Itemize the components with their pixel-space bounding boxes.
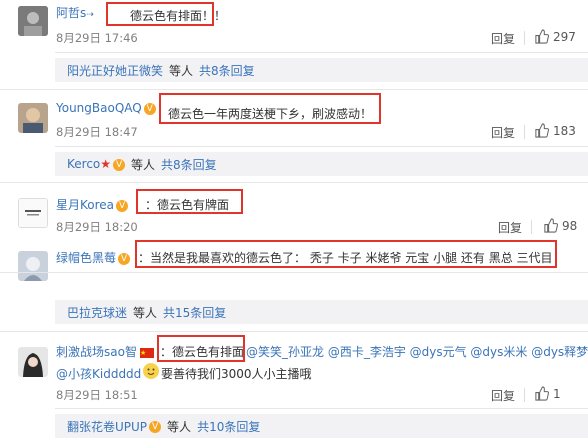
verified-badge-icon: V — [113, 158, 126, 171]
comment-time: 8月29日 17:46 — [56, 31, 138, 45]
separator — [0, 182, 588, 183]
sub-reply-count[interactable]: 共10条回复 — [197, 418, 260, 435]
like-count: 297 — [553, 29, 576, 44]
verified-badge-icon: V — [118, 252, 131, 265]
sub-reply-suffix: 等人 — [167, 419, 192, 434]
like-count: 98 — [562, 218, 578, 233]
like-button[interactable]: 183 — [534, 123, 576, 138]
separator — [0, 331, 588, 332]
sub-reply-count[interactable]: 共15条回复 — [163, 304, 226, 321]
comment-time: 8月29日 18:47 — [56, 125, 138, 139]
sub-reply-user[interactable]: 巴拉克球迷 — [67, 304, 127, 321]
highlight-box — [157, 335, 245, 362]
like-button[interactable]: 98 — [543, 218, 577, 233]
sub-reply-user[interactable]: Kerco★ V — [67, 157, 126, 171]
like-button[interactable]: 297 — [534, 29, 576, 44]
sub-reply-suffix: 等人 — [131, 157, 156, 172]
comment-author[interactable]: 阿哲s⇢ — [56, 4, 94, 21]
avatar[interactable] — [18, 103, 48, 133]
separator — [0, 89, 588, 90]
mention-link[interactable]: @小孩Kiddddd — [56, 365, 141, 382]
sub-reply-bar[interactable]: 巴拉克球迷 等人 共15条回复 — [55, 300, 588, 324]
star-icon: ★ — [100, 157, 112, 171]
comment-time: 8月29日 18:20 — [56, 220, 138, 234]
avatar-logo-image — [19, 199, 47, 227]
highlight-box — [159, 93, 381, 124]
verified-badge-icon: V — [116, 199, 129, 212]
thumbs-up-icon — [535, 29, 549, 44]
sub-reply-bar[interactable]: Kerco★ V 等人 共8条回复 — [55, 152, 588, 176]
thumbs-up-icon — [535, 123, 549, 138]
comment-author[interactable]: YoungBaoQAQ V — [56, 101, 156, 115]
highlight-box — [135, 240, 557, 268]
like-count: 183 — [553, 123, 576, 138]
reply-button[interactable]: 回复 — [498, 219, 522, 236]
divider — [524, 125, 525, 139]
avatar-image — [18, 103, 48, 133]
sub-reply-user[interactable]: 阳光正好她正微笑 — [67, 62, 163, 79]
sub-reply-count[interactable]: 共8条回复 — [161, 156, 217, 173]
reply-button[interactable]: 回复 — [491, 30, 515, 47]
separator — [55, 52, 588, 53]
verified-badge-icon: V — [149, 421, 162, 433]
sub-reply-count[interactable]: 共8条回复 — [199, 62, 255, 79]
thumbs-up-icon — [544, 218, 558, 233]
divider — [524, 388, 525, 402]
comment-author[interactable]: 星月Korea V — [56, 196, 129, 213]
thumbs-up-icon — [535, 386, 549, 401]
like-button[interactable]: 1 — [534, 386, 561, 401]
sub-reply-suffix: 等人 — [133, 305, 158, 320]
highlight-box — [136, 189, 243, 214]
sub-reply-suffix: 等人 — [169, 63, 194, 78]
separator — [55, 146, 588, 147]
comment-extra-text: 要善待我们3000人小主播哦 — [161, 367, 312, 381]
avatar-image — [18, 251, 48, 281]
comment-time: 8月29日 18:51 — [56, 388, 138, 402]
like-count: 1 — [553, 386, 561, 401]
arrow-icon: ⇢ — [86, 10, 94, 20]
avatar[interactable] — [18, 6, 48, 36]
divider — [524, 31, 525, 45]
china-flag-icon: ★ — [139, 347, 154, 358]
emoji-face-icon — [143, 363, 159, 379]
avatar[interactable] — [18, 251, 48, 281]
avatar-image — [18, 347, 48, 377]
verified-badge-icon: V — [143, 102, 156, 115]
avatar[interactable] — [18, 198, 48, 228]
reply-button[interactable]: 回复 — [491, 387, 515, 404]
sub-reply-user[interactable]: 翻张花卷UPUP V — [67, 418, 162, 435]
mention-links[interactable]: @笑笑_孙亚龙 @西卡_李浩宇 @dys元气 @dys米米 @dys释梦 — [246, 343, 588, 360]
emoji-face-drawing — [147, 368, 155, 375]
avatar-image — [18, 6, 48, 36]
divider — [531, 220, 532, 234]
separator — [55, 408, 588, 409]
comment-author[interactable]: 刺激战场sao智 ★ — [56, 343, 154, 360]
reply-button[interactable]: 回复 — [491, 124, 515, 141]
sub-reply-bar[interactable]: 阳光正好她正微笑 等人 共8条回复 — [55, 58, 588, 82]
sub-reply-bar[interactable]: 翻张花卷UPUP V 等人 共10条回复 — [55, 414, 588, 438]
separator — [0, 272, 588, 273]
avatar[interactable] — [18, 347, 48, 377]
comment-author[interactable]: 绿帽色黑莓 V — [56, 249, 131, 266]
highlight-box — [106, 2, 214, 26]
